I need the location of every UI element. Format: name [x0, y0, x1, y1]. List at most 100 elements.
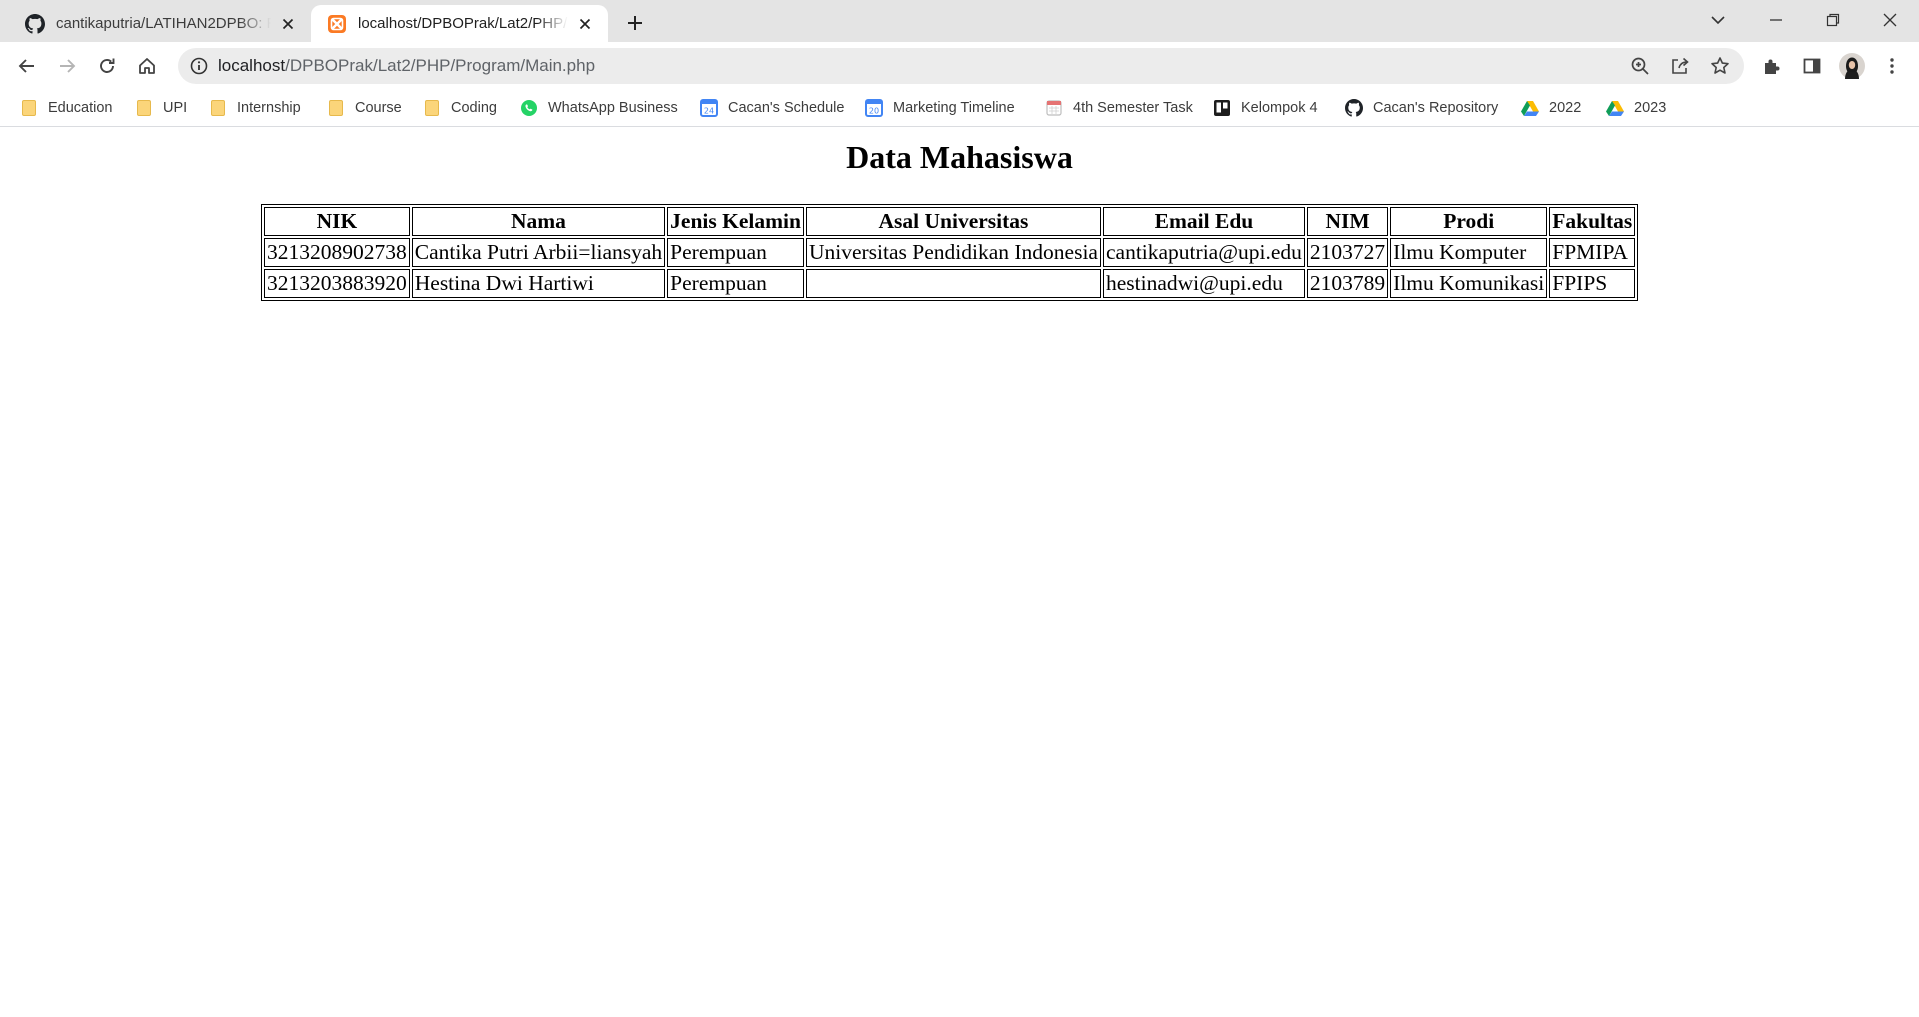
trello-icon — [1213, 99, 1231, 117]
table-row: 3213203883920 Hestina Dwi Hartiwi Peremp… — [264, 269, 1636, 298]
page-content: Data Mahasiswa NIK Nama Jenis Kelamin As… — [0, 128, 1919, 1017]
cell-prodi: Ilmu Komputer — [1390, 238, 1548, 267]
folder-icon — [423, 99, 441, 117]
reload-icon — [100, 58, 115, 73]
arrow-right-icon — [60, 59, 76, 73]
new-tab-button[interactable] — [618, 6, 652, 40]
bookmark-label: Cacan's Repository — [1373, 100, 1499, 116]
cell-email-edu: hestinadwi@upi.edu — [1102, 269, 1305, 298]
page-title: Data Mahasiswa — [846, 139, 1073, 175]
header-asal-universitas: Asal Universitas — [805, 207, 1101, 236]
folder-icon — [209, 99, 227, 117]
zoom-icon[interactable] — [1628, 54, 1652, 78]
home-icon — [139, 58, 155, 74]
menu-button[interactable] — [1876, 50, 1908, 82]
cell-fakultas: FPIPS — [1549, 269, 1636, 298]
tab-localhost-main[interactable]: localhost/DPBOPrak/Lat2/PHP/Pr — [311, 5, 608, 42]
folder-icon — [20, 99, 38, 117]
bookmark-internship[interactable]: Internship — [209, 97, 301, 119]
bookmark-whatsapp-business[interactable]: WhatsApp Business — [520, 97, 678, 119]
whatsapp-icon — [520, 99, 538, 117]
arrow-left-icon — [18, 59, 34, 73]
bookmark-2022[interactable]: 2022 — [1521, 97, 1581, 119]
restore-icon — [1826, 13, 1840, 27]
table-row: 3213208902738 Cantika Putri Arbii=liansy… — [264, 238, 1636, 267]
site-info-icon[interactable] — [188, 55, 210, 77]
puzzle-icon — [1765, 59, 1780, 74]
tab-strip: cantikaputria/LATIHAN2DPBO: Re localhost… — [0, 0, 1919, 42]
header-nik: NIK — [264, 207, 410, 236]
cell-nama: Cantika Putri Arbii=liansyah — [411, 238, 666, 267]
tab-title: localhost/DPBOPrak/Lat2/PHP/Pr — [358, 15, 568, 32]
extensions-button[interactable] — [1756, 50, 1788, 82]
bookmark-label: Education — [48, 100, 113, 116]
bookmarks-bar: Education UPI Internship Course Coding W… — [0, 89, 1919, 127]
svg-text:24: 24 — [704, 107, 714, 116]
header-nim: NIM — [1306, 207, 1389, 236]
share-icon[interactable] — [1668, 54, 1692, 78]
tab-search-button[interactable] — [1690, 0, 1746, 40]
bookmark-coding[interactable]: Coding — [423, 97, 497, 119]
google-drive-icon — [1521, 99, 1539, 117]
bookmark-kelompok-4[interactable]: Kelompok 4 — [1213, 97, 1318, 119]
cell-nik: 3213203883920 — [264, 269, 410, 298]
home-button[interactable] — [131, 50, 163, 82]
bookmark-cacans-schedule[interactable]: 24 Cacan's Schedule — [700, 97, 844, 119]
close-icon — [1883, 13, 1897, 27]
bookmark-upi[interactable]: UPI — [135, 97, 187, 119]
cell-jenis-kelamin: Perempuan — [667, 269, 804, 298]
cell-fakultas: FPMIPA — [1549, 238, 1636, 267]
cell-asal-universitas — [805, 269, 1101, 298]
url-host: localhost — [218, 56, 286, 75]
folder-icon — [327, 99, 345, 117]
tab-title: cantikaputria/LATIHAN2DPBO: Re — [56, 15, 271, 32]
student-table-wrapper: NIK Nama Jenis Kelamin Asal Universitas … — [261, 204, 1639, 301]
bookmark-label: WhatsApp Business — [548, 100, 678, 116]
url-path: /DPBOPrak/Lat2/PHP/Program/Main.php — [285, 56, 596, 75]
minimize-button[interactable] — [1748, 0, 1804, 40]
url-text[interactable]: localhost/DPBOPrak/Lat2/PHP/Program/Main… — [218, 48, 595, 84]
header-jenis-kelamin: Jenis Kelamin — [667, 207, 804, 236]
bookmark-cacans-repository[interactable]: Cacan's Repository — [1345, 97, 1498, 119]
header-nama: Nama — [411, 207, 666, 236]
forward-button[interactable] — [51, 50, 83, 82]
cell-nim: 2103789 — [1306, 269, 1389, 298]
minimize-icon — [1770, 19, 1782, 21]
cell-jenis-kelamin: Perempuan — [667, 238, 804, 267]
svg-text:20: 20 — [869, 107, 879, 116]
google-drive-icon — [1606, 99, 1624, 117]
back-button[interactable] — [11, 50, 43, 82]
side-panel-button[interactable] — [1796, 50, 1828, 82]
bookmark-label: 4th Semester Task — [1073, 100, 1193, 116]
tab-close-icon[interactable] — [277, 13, 299, 35]
bookmark-2023[interactable]: 2023 — [1606, 97, 1666, 119]
table-header-row: NIK Nama Jenis Kelamin Asal Universitas … — [264, 207, 1636, 236]
bookmark-label: 2023 — [1634, 100, 1667, 116]
bookmark-star-icon[interactable] — [1708, 54, 1732, 78]
bookmark-course[interactable]: Course — [327, 97, 402, 119]
bookmark-marketing-timeline[interactable]: 20 Marketing Timeline — [865, 97, 1015, 119]
bookmark-4th-semester-task[interactable]: 4th Semester Task — [1045, 97, 1193, 119]
reload-button[interactable] — [91, 50, 123, 82]
header-fakultas: Fakultas — [1549, 207, 1636, 236]
plus-icon — [628, 16, 642, 30]
cell-prodi: Ilmu Komunikasi — [1390, 269, 1548, 298]
kebab-menu-icon — [1890, 58, 1894, 74]
bookmark-education[interactable]: Education — [20, 97, 113, 119]
bookmark-label: Course — [355, 100, 402, 116]
bookmark-label: UPI — [163, 100, 188, 116]
header-prodi: Prodi — [1390, 207, 1548, 236]
cell-nim: 2103727 — [1306, 238, 1389, 267]
profile-button[interactable] — [1836, 50, 1868, 82]
close-window-button[interactable] — [1862, 0, 1918, 40]
avatar — [1839, 53, 1865, 79]
tab-github-repo[interactable]: cantikaputria/LATIHAN2DPBO: Re — [9, 5, 311, 42]
bookmark-label: Cacan's Schedule — [728, 100, 845, 116]
calendar-icon — [1045, 99, 1063, 117]
address-bar[interactable]: localhost/DPBOPrak/Lat2/PHP/Program/Main… — [178, 48, 1744, 84]
restore-button[interactable] — [1805, 0, 1861, 40]
bookmark-label: Internship — [237, 100, 301, 116]
cell-asal-universitas: Universitas Pendidikan Indonesia — [805, 238, 1101, 267]
tab-close-icon[interactable] — [574, 13, 596, 35]
bookmark-label: Coding — [451, 100, 497, 116]
